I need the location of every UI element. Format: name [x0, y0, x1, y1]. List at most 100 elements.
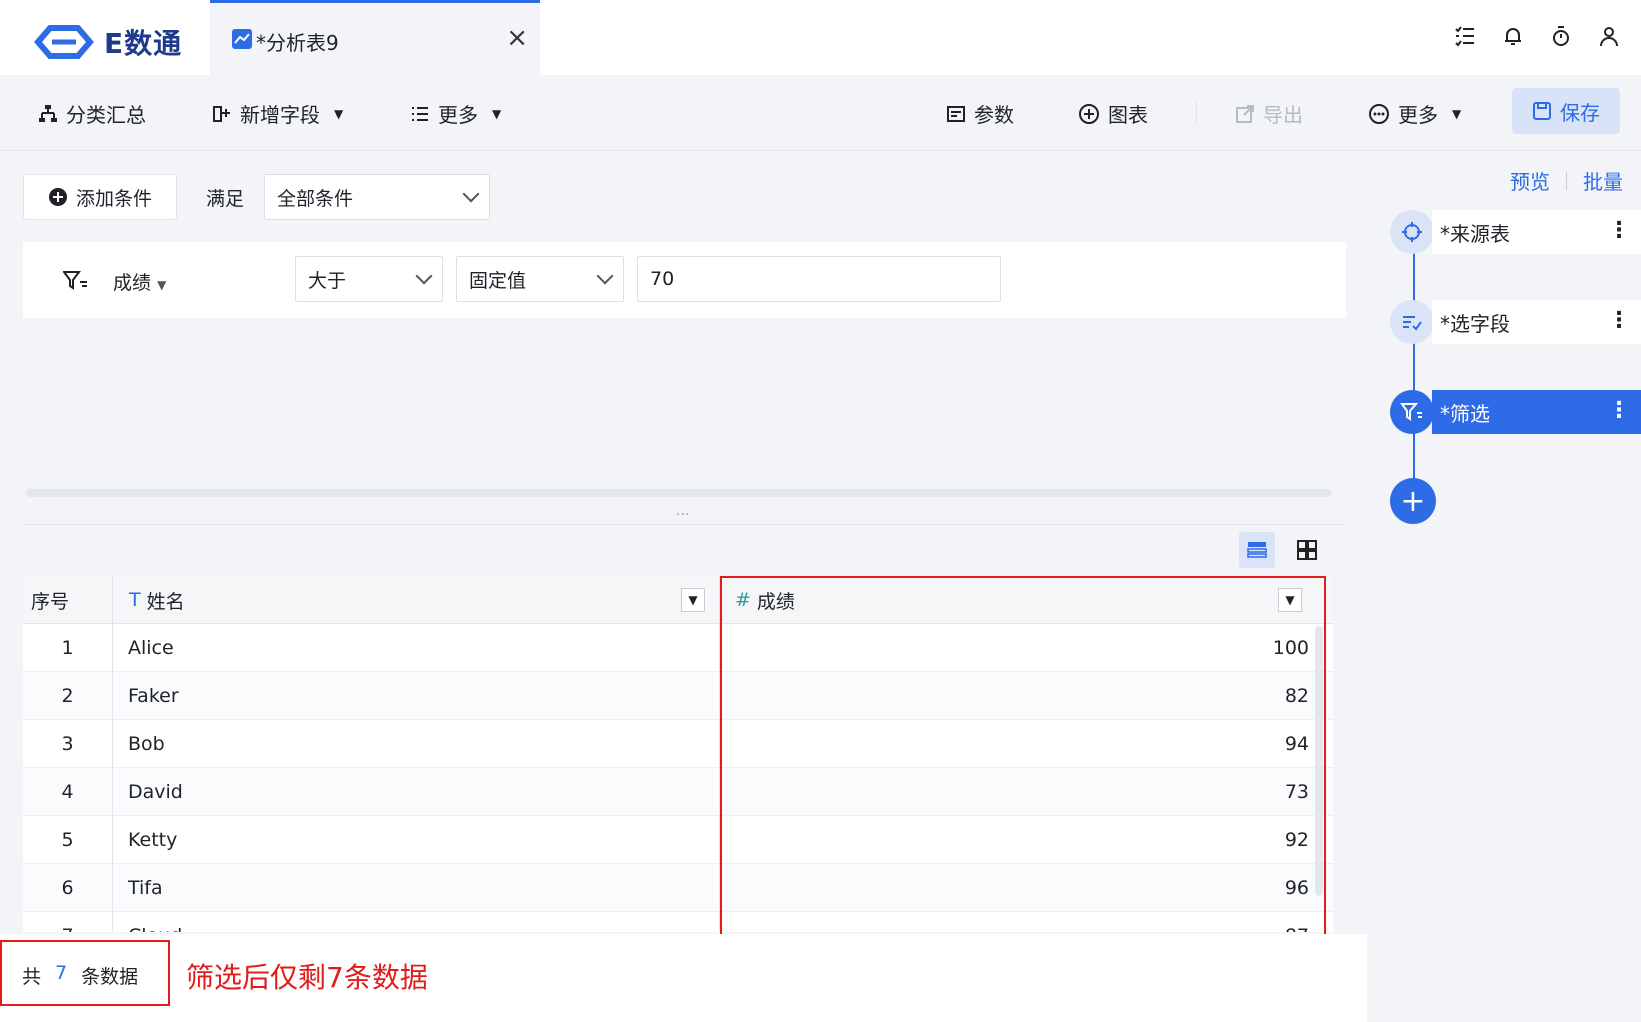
- operator-select[interactable]: 大于: [295, 256, 443, 302]
- operator-select-value: 大于: [308, 269, 347, 292]
- cell-name: Cloud: [128, 912, 182, 932]
- step-panel-tabs: 预览 批量: [1510, 166, 1623, 195]
- condition-row: 成绩 ▼ 大于 固定值 70: [23, 242, 1346, 318]
- app-logo: E数通: [32, 22, 182, 62]
- cell-name: Bob: [128, 733, 165, 755]
- condition-field-label: 成绩: [113, 272, 152, 294]
- more-vertical-icon[interactable]: ⋮: [1608, 308, 1630, 333]
- row-count-highlight: [0, 940, 170, 1006]
- add-field-button[interactable]: 新增字段 ▼: [212, 99, 343, 128]
- group-summary-label: 分类汇总: [66, 103, 146, 127]
- grid-view-button[interactable]: [1289, 532, 1325, 568]
- top-bar: E数通 *分析表9 ×: [0, 0, 1641, 75]
- value-type-select[interactable]: 固定值: [456, 256, 624, 302]
- export-button[interactable]: 导出: [1235, 99, 1303, 128]
- crosshair-icon: [1390, 210, 1434, 254]
- save-label: 保存: [1560, 100, 1600, 125]
- name-column-dropdown[interactable]: ▼: [681, 588, 705, 612]
- step-filter[interactable]: *筛选 ⋮: [1390, 390, 1641, 434]
- chevron-down-icon: [415, 267, 433, 285]
- table-view-icon: [1247, 542, 1267, 558]
- chevron-down-icon: [596, 267, 614, 285]
- user-icon[interactable]: [1597, 24, 1621, 48]
- ellipsis-circle-icon: [1369, 103, 1389, 124]
- more-left-button[interactable]: 更多 ▼: [410, 99, 501, 128]
- more-vertical-icon[interactable]: ⋮: [1608, 218, 1630, 243]
- logo-icon: [34, 25, 94, 59]
- text-type-icon: T: [129, 589, 141, 611]
- add-condition-label: 添加条件: [75, 187, 152, 210]
- toolbar: 分类汇总 新增字段 ▼ 更多 ▼ 参数 图表 导出 更多 ▼ 保存: [0, 75, 1641, 151]
- export-icon: [1236, 104, 1254, 123]
- add-condition-button[interactable]: 添加条件: [23, 174, 177, 220]
- cell-name: Faker: [128, 685, 179, 707]
- header-name[interactable]: T 姓名: [129, 576, 185, 624]
- condition-value-input[interactable]: 70: [637, 256, 1001, 302]
- satisfy-label: 满足: [206, 188, 245, 210]
- line-chart-icon: [232, 29, 252, 49]
- main-panel: 添加条件 满足 全部条件 成绩 ▼ 大于 固定值 70 ··· 序号 T 姓名 …: [0, 152, 1367, 1022]
- timer-icon[interactable]: [1549, 24, 1573, 48]
- step-source-table[interactable]: *来源表 ⋮: [1390, 210, 1641, 254]
- step-select-fields[interactable]: *选字段 ⋮: [1390, 300, 1641, 344]
- params-button[interactable]: 参数: [946, 99, 1014, 128]
- caret-down-icon: ▼: [157, 278, 167, 292]
- divider: [23, 524, 1346, 525]
- more-vertical-icon[interactable]: ⋮: [1608, 398, 1630, 423]
- cell-index: 5: [61, 829, 74, 851]
- condition-value: 70: [650, 268, 675, 290]
- cell-name: David: [128, 781, 183, 803]
- satisfy-select[interactable]: 全部条件: [264, 174, 490, 220]
- add-column-icon: [213, 105, 230, 122]
- tab-analysis-table[interactable]: *分析表9 ×: [210, 0, 540, 75]
- filter-icon: [62, 270, 89, 297]
- condition-field[interactable]: 成绩 ▼: [113, 268, 166, 295]
- save-button[interactable]: 保存: [1512, 88, 1620, 134]
- hierarchy-icon: [39, 104, 57, 122]
- chart-button[interactable]: 图表: [1078, 99, 1148, 128]
- resize-handle[interactable]: ···: [676, 507, 689, 523]
- cell-name: Alice: [128, 637, 174, 659]
- group-summary-button[interactable]: 分类汇总: [38, 99, 146, 128]
- filter-icon: [1390, 390, 1434, 434]
- cell-index: 6: [61, 877, 74, 899]
- annotation-text: 筛选后仅剩7条数据: [186, 961, 428, 994]
- logo-text: E数通: [104, 27, 183, 60]
- cell-name: Tifa: [128, 877, 163, 899]
- caret-down-icon: ▼: [1452, 106, 1462, 121]
- task-list-icon[interactable]: [1453, 24, 1477, 48]
- chart-label: 图表: [1108, 103, 1148, 127]
- cell-index: 3: [61, 733, 74, 755]
- table-view-button[interactable]: [1239, 532, 1275, 568]
- params-icon: [947, 105, 965, 122]
- add-step-button[interactable]: +: [1390, 478, 1436, 524]
- caret-down-icon: ▼: [334, 106, 344, 121]
- list-icon: [412, 106, 428, 121]
- value-type-select-value: 固定值: [469, 269, 527, 292]
- plus-circle-filled-icon: [48, 188, 67, 206]
- step-connector: [1413, 234, 1415, 504]
- params-label: 参数: [974, 103, 1014, 127]
- header-name-label: 姓名: [146, 590, 185, 613]
- more-right-label: 更多: [1398, 103, 1438, 127]
- toolbar-separator: [1196, 101, 1197, 125]
- more-right-button[interactable]: 更多 ▼: [1368, 99, 1461, 128]
- cell-index: 1: [61, 637, 74, 659]
- more-left-label: 更多: [438, 103, 478, 127]
- tab-batch[interactable]: 批量: [1583, 166, 1623, 195]
- step-panel: 预览 批量 *来源表 ⋮ *选字段 ⋮ *筛选 ⋮ +: [1367, 152, 1641, 1022]
- top-icons: [1453, 24, 1621, 48]
- cell-index: 7: [23, 912, 112, 932]
- select-fields-icon: [1390, 300, 1434, 344]
- cell-index: 2: [61, 685, 74, 707]
- cell-name: Ketty: [128, 829, 178, 851]
- cell-index: 4: [61, 781, 74, 803]
- export-label: 导出: [1263, 103, 1303, 127]
- horizontal-scrollbar[interactable]: [26, 489, 1332, 497]
- satisfy-select-value: 全部条件: [277, 187, 354, 210]
- tab-preview[interactable]: 预览: [1510, 166, 1550, 195]
- plus-circle-icon: [1079, 103, 1099, 124]
- bell-icon[interactable]: [1501, 24, 1525, 48]
- score-column-highlight: [720, 576, 1326, 938]
- close-icon[interactable]: ×: [506, 23, 528, 53]
